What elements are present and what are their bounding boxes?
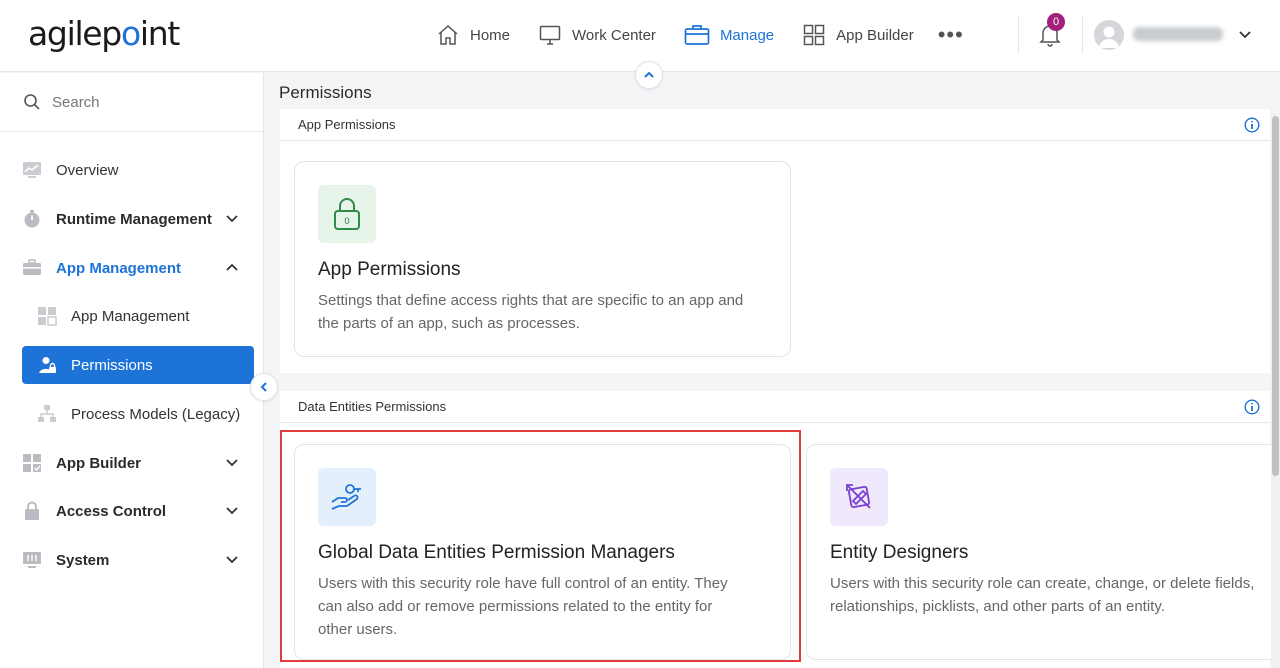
home-icon [438,24,458,45]
lock-icon [22,501,42,521]
app-tiles-icon [37,306,57,326]
username-blurred[interactable] [1133,27,1223,41]
nav-home[interactable]: Home [436,23,510,47]
section-heading: App Permissions [280,109,1270,141]
nav-app-builder[interactable]: App Builder [802,23,914,47]
sidebar-item-runtime-management[interactable]: Runtime Management [22,200,254,238]
chevron-down-icon [226,215,238,223]
info-icon[interactable] [1244,399,1260,415]
sidebar-item-app-builder[interactable]: App Builder [22,444,254,482]
page-title: Permissions [279,83,372,102]
info-icon[interactable] [1244,117,1260,133]
sidebar: Search Overview Runtime Management App M… [0,73,264,668]
monitor-icon [539,25,561,45]
chevron-down-icon[interactable] [1237,27,1253,43]
section-heading: Data Entities Permissions [280,391,1270,423]
hierarchy-icon [37,404,57,424]
header-divider [1082,16,1083,54]
card-title: App Permissions [318,259,461,280]
stopwatch-icon [22,209,42,229]
user-lock-icon [37,355,57,375]
collapse-sidebar-button[interactable] [250,373,278,401]
nav-manage[interactable]: Manage [684,23,774,47]
notification-badge: 0 [1047,13,1065,31]
chevron-up-icon [644,71,654,78]
toolbox-icon [22,258,42,278]
card-description: Settings that define access rights that … [318,292,744,332]
chevron-down-icon [226,459,238,467]
server-icon [22,550,42,570]
nav-work-center[interactable]: Work Center [538,23,656,47]
top-bar: agilepoint Home Work Center Manage App B… [0,0,1280,72]
sidebar-item-permissions[interactable]: Permissions [22,346,254,384]
sidebar-item-system[interactable]: System [22,541,254,579]
search-icon [24,94,40,110]
entity-designers-card[interactable]: Entity Designers Users with this securit… [806,444,1280,660]
card-description: Users with this security role can create… [830,575,1255,615]
app-permissions-section: App Permissions 0 App Permissions Settin… [280,109,1270,373]
grid-icon [803,24,825,46]
briefcase-icon [684,25,710,45]
chevron-down-icon [226,507,238,515]
app-permissions-card[interactable]: 0 App Permissions Settings that define a… [294,161,791,357]
chevron-up-icon [226,263,238,271]
sidebar-item-overview[interactable]: Overview [22,151,254,189]
avatar[interactable] [1094,20,1124,50]
scrollbar-thumb[interactable] [1272,116,1279,476]
app-builder-icon [22,453,42,473]
header-divider [1018,16,1019,54]
sidebar-item-access-control[interactable]: Access Control [22,492,254,530]
main-nav: Home Work Center Manage App Builder ••• [436,20,964,50]
padlock-icon: 0 [318,185,376,243]
more-menu-icon[interactable]: ••• [938,24,964,46]
sidebar-item-app-management[interactable]: App Management [22,249,254,287]
chevron-down-icon [226,556,238,564]
collapse-header-button[interactable] [635,61,663,89]
search-input[interactable]: Search [0,73,263,132]
card-title: Entity Designers [830,542,969,563]
sidebar-item-process-models-legacy[interactable]: Process Models (Legacy) [22,395,254,433]
svg-text:0: 0 [344,217,350,227]
selection-highlight [280,430,801,662]
chevron-left-icon [260,382,267,392]
design-tools-icon [830,468,888,526]
agilepoint-logo[interactable]: agilepoint [28,14,180,53]
sidebar-item-app-management-sub[interactable]: App Management [22,297,254,335]
chart-icon [22,160,42,180]
